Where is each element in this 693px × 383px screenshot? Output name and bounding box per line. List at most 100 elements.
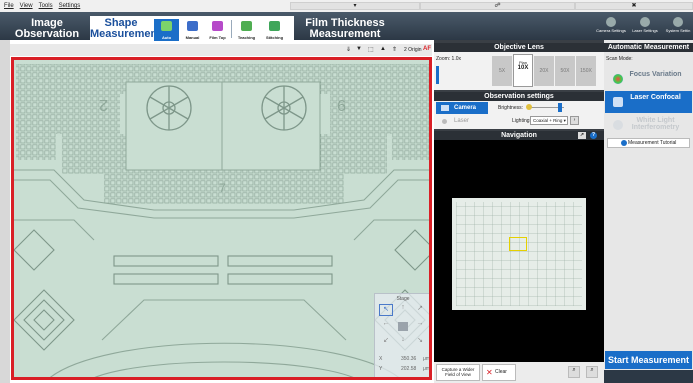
capture-wider-button[interactable]: Capture a Wider Field of View (436, 364, 480, 381)
menu-view[interactable]: View (20, 3, 33, 9)
stage-down-left[interactable]: ↙ (379, 336, 393, 348)
stage-left[interactable]: ← (379, 320, 393, 332)
auto-mode-button[interactable]: Auto (154, 19, 179, 41)
left-margin (0, 40, 10, 383)
lens-10x[interactable]: Plan 10X (513, 54, 533, 87)
tab-film-l2: Measurement (309, 28, 381, 40)
lighting-adjust-button[interactable]: › (570, 116, 579, 125)
stage-up-right[interactable]: ↗ (413, 304, 427, 316)
arrow-down-bar-icon[interactable]: ⇓ (346, 46, 351, 53)
navigation-expand-icon[interactable]: ↗ (578, 132, 586, 139)
focus-variation-mode[interactable]: Focus Variation (605, 68, 692, 90)
navigation-map[interactable] (452, 198, 586, 310)
start-measurement-button[interactable]: Start Measurement (605, 351, 692, 369)
stage-y-unit: μm (423, 366, 431, 372)
stage-x-row: X 350.36 μm (379, 356, 429, 362)
top-strip-3[interactable]: ✖ (575, 2, 693, 10)
frame-icon[interactable]: ⬚ (368, 46, 374, 53)
navigation-footer: Capture a Wider Field of View ✕ Clear ⌕ … (434, 362, 604, 383)
clear-icon: ✕ (486, 368, 493, 377)
info-icon (620, 139, 627, 146)
stage-x-value: 350.36 (401, 356, 417, 362)
stitching-icon (269, 21, 280, 31)
lens-5x[interactable]: 5X (492, 56, 512, 86)
stage-y-row: Y 202.58 μm (379, 366, 431, 372)
nav-tool-button-1[interactable]: ⌕ (568, 366, 580, 378)
top-strip-2[interactable]: ☍ (420, 2, 575, 10)
film-top-label: Film Top (209, 35, 226, 40)
stage-x-label: X (379, 356, 383, 362)
tab-film-thickness[interactable]: Film Thickness Measurement (300, 16, 390, 40)
zoom-slider[interactable] (436, 66, 439, 84)
menu-file[interactable]: File (4, 3, 14, 9)
sample-pattern: 2 9 7 (14, 60, 429, 377)
laser-settings-button[interactable]: Laser Settings (630, 15, 660, 37)
lens-50x[interactable]: 50X (555, 56, 575, 86)
white-light-interferometry-mode[interactable]: White Light Interferometry (605, 114, 692, 136)
teaching-button[interactable]: Teaching (234, 19, 259, 41)
stitching-button[interactable]: Stitching (262, 19, 287, 41)
lighting-select[interactable]: Coaxial + Ring ▾ (530, 116, 568, 125)
image-label-left: 2 (99, 96, 108, 113)
focus-variation-icon (613, 74, 623, 84)
image-label-bottom: 7 (219, 181, 226, 195)
navigation-position-box[interactable] (509, 237, 527, 251)
white-light-label: White Light Interferometry (631, 117, 680, 131)
lens-5x-label: 5X (498, 68, 506, 74)
navigation-view[interactable] (434, 140, 604, 362)
objective-lens-header: Objective Lens (434, 43, 604, 52)
brightness-handle[interactable] (558, 103, 562, 112)
stage-center[interactable] (398, 322, 408, 331)
measurement-tutorial-label: Measurement Tutorial (628, 140, 677, 146)
automatic-measurement-panel: Automatic Measurement Scan Mode: Focus V… (604, 40, 693, 383)
laser-confocal-label: Laser Confocal (630, 94, 681, 101)
tab-image-observation[interactable]: Image Observation (8, 16, 86, 40)
stage-up[interactable]: ↑ (396, 304, 410, 316)
camera-mode-button[interactable]: Camera (436, 102, 488, 114)
main-tab-bar: Image Observation Shape Measurement Auto… (0, 12, 693, 41)
lens-150x[interactable]: 150X (576, 56, 596, 86)
arrow-up-bar-icon[interactable]: ⇑ (392, 46, 397, 53)
stage-up-left[interactable]: ↖ (379, 304, 393, 316)
stage-down[interactable]: ↓ (396, 336, 410, 348)
clear-button[interactable]: ✕ Clear (482, 364, 516, 381)
camera-settings-label: Camera Settings (596, 28, 626, 33)
manual-mode-button[interactable]: Manual (180, 19, 205, 41)
white-light-icon (613, 120, 623, 130)
top-strip-1[interactable]: ▾ (290, 2, 420, 10)
lighting-value: Coaxial + Ring (533, 118, 563, 123)
af-button[interactable]: AF (423, 46, 431, 52)
auto-label: Auto (161, 35, 172, 40)
observation-settings-section: Camera Laser Brightness: Lighting: Coaxi… (434, 101, 604, 129)
navigation-help-icon[interactable]: ? (590, 132, 597, 139)
manual-label: Manual (185, 35, 200, 40)
menu-tools[interactable]: Tools (39, 3, 53, 9)
zoom-origin-button[interactable]: 2 Origin (404, 47, 422, 53)
teaching-icon (241, 21, 252, 31)
lens-20x[interactable]: 20X (534, 56, 554, 86)
manual-icon (187, 21, 198, 31)
nav-tool-button-2[interactable]: ⌕ (586, 366, 598, 378)
lens-50x-label: 50X (560, 68, 570, 74)
focus-variation-label: Focus Variation (629, 71, 682, 78)
observation-image[interactable]: 2 9 7 Stage ↖ ↑ ↗ ← → ↙ ↓ ↘ X 350.36 μm … (11, 57, 432, 380)
camera-settings-button[interactable]: Camera Settings (596, 15, 626, 37)
subtool-divider (231, 20, 232, 38)
stage-title: Stage (396, 296, 410, 302)
lighting-label: Lighting: (512, 118, 531, 124)
film-top-button[interactable]: Film Top (205, 19, 230, 41)
menu-settings[interactable]: Settings (59, 3, 81, 9)
teaching-label: Teaching (237, 35, 256, 40)
observation-settings-header: Observation settings (434, 92, 604, 101)
system-settings-icon (673, 17, 683, 27)
stage-right[interactable]: → (413, 320, 427, 332)
system-settings-button[interactable]: System Settin (663, 15, 693, 37)
arrow-up-icon[interactable]: ▲ (380, 46, 386, 52)
arrow-down-icon[interactable]: ▼ (356, 46, 362, 52)
lens-150x-label: 150X (580, 68, 592, 74)
stage-down-right[interactable]: ↘ (413, 336, 427, 348)
tab-shape-measurement[interactable]: Shape Measurement Auto Manual Film Top T… (90, 16, 294, 41)
measurement-tutorial-button[interactable]: Measurement Tutorial (607, 138, 690, 148)
laser-confocal-mode[interactable]: Laser Confocal (605, 91, 692, 113)
laser-mode-button[interactable]: Laser (436, 115, 488, 127)
